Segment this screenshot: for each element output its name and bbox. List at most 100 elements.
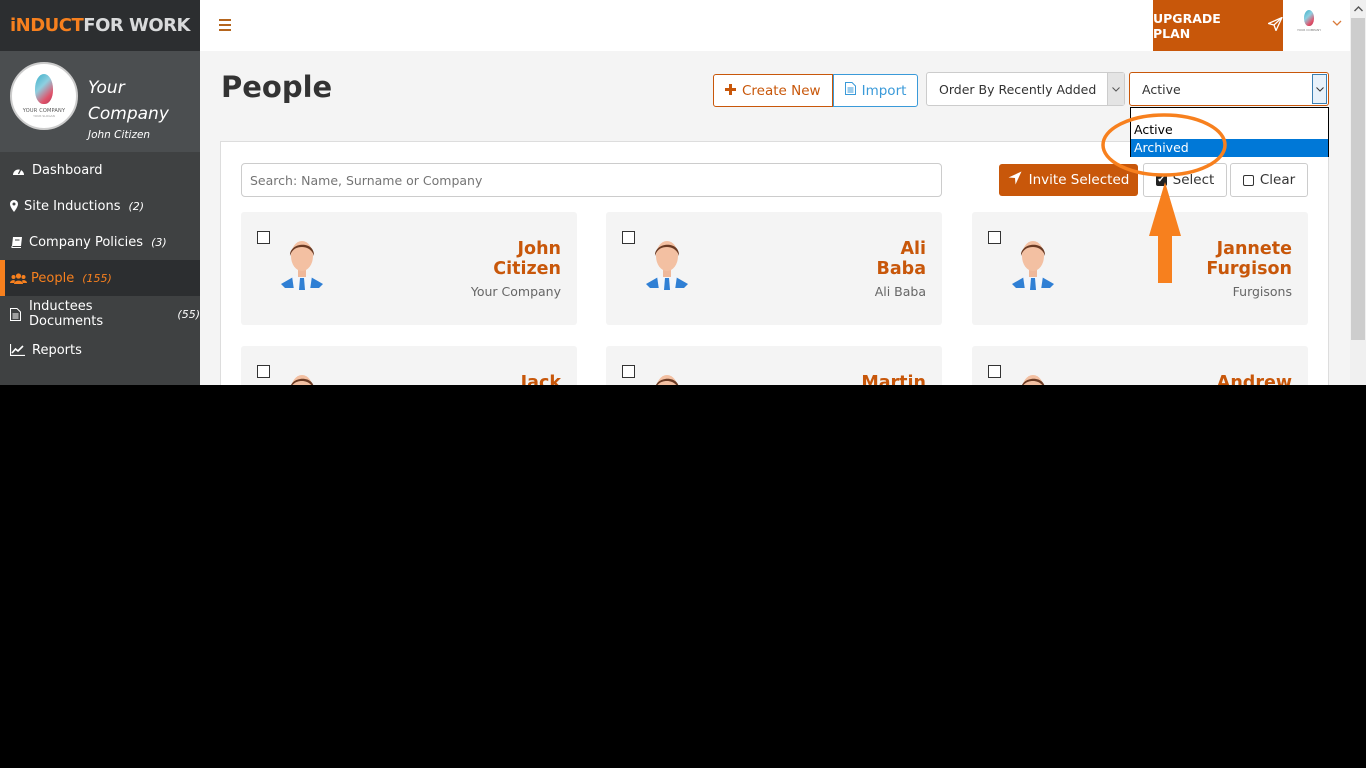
sidebar-item-label: Site Inductions <box>24 198 121 214</box>
sidebar-item-reports[interactable]: Reports <box>0 332 200 368</box>
status-select-value: Active <box>1142 81 1181 97</box>
paper-plane-icon <box>1267 16 1283 34</box>
create-new-label: Create New <box>742 82 821 99</box>
person-last-name: Baba <box>876 259 926 279</box>
person-card[interactable]: John Citizen Your Company <box>241 212 577 325</box>
person-checkbox[interactable] <box>622 231 635 244</box>
select-all-button[interactable]: ✔ Select <box>1143 163 1227 197</box>
status-dropdown-list: Active Archived <box>1130 107 1329 157</box>
clear-selection-button[interactable]: Clear <box>1230 163 1308 197</box>
sidebar-nav: Dashboard Site Inductions (2) Company Po… <box>0 152 200 368</box>
scroll-up-icon[interactable] <box>1350 0 1366 17</box>
person-first-name: Andrew <box>1216 373 1292 385</box>
sidebar-item-count: (155) <box>82 271 112 285</box>
person-first-name: Ali <box>900 239 926 259</box>
status-option-active[interactable]: Active <box>1131 121 1328 139</box>
checkbox-checked-icon: ✔ <box>1155 174 1167 186</box>
logo-mark-icon <box>35 74 53 104</box>
person-first-name: Jannete <box>1216 239 1292 259</box>
person-first-name: Jack <box>520 373 561 385</box>
person-checkbox[interactable] <box>257 231 270 244</box>
import-label: Import <box>861 82 907 99</box>
sidebar-item-label: Dashboard <box>32 162 103 178</box>
person-company: Your Company <box>470 284 561 299</box>
person-card[interactable]: Andrew <box>972 346 1308 385</box>
brand-logo[interactable]: iNDUCT FOR WORK <box>0 0 200 51</box>
chevron-down-icon <box>1312 74 1327 104</box>
person-name[interactable]: John Citizen <box>493 239 561 279</box>
select-label: Select <box>1172 172 1215 188</box>
person-company: Furgisons <box>1232 284 1292 299</box>
account-avatar[interactable]: YOUR COMPANY <box>1295 10 1323 40</box>
sidebar-item-count: (2) <box>128 199 145 213</box>
avatar-logo-text: YOUR COMPANY <box>1296 28 1322 32</box>
person-avatar-icon <box>642 236 692 292</box>
person-avatar-icon <box>642 370 692 385</box>
person-avatar-icon <box>277 370 327 385</box>
clear-label: Clear <box>1259 172 1296 188</box>
scrollbar-thumb[interactable] <box>1351 18 1365 340</box>
line-chart-icon <box>10 344 25 356</box>
sidebar-item-people[interactable]: People (155) <box>0 260 200 296</box>
person-last-name: Furgison <box>1206 259 1292 279</box>
person-first-name: John <box>517 239 561 259</box>
import-button[interactable]: Import <box>832 74 919 107</box>
dashboard-icon <box>10 165 26 176</box>
person-card[interactable]: Jannete Furgison Furgisons <box>972 212 1308 325</box>
status-option-archived[interactable]: Archived <box>1131 139 1328 157</box>
plus-icon <box>725 83 736 99</box>
person-card[interactable]: Ali Baba Ali Baba <box>606 212 942 325</box>
status-select[interactable]: Active <box>1129 72 1329 106</box>
person-avatar-icon <box>1008 236 1058 292</box>
person-checkbox[interactable] <box>988 365 1001 378</box>
profile-company: Your Company <box>88 78 169 124</box>
location-arrow-icon <box>1008 171 1022 189</box>
upgrade-plan-button[interactable]: UPGRADE PLAN <box>1153 0 1283 51</box>
brand-part2: FOR WORK <box>83 15 190 36</box>
person-name[interactable]: Ali Baba <box>877 239 926 279</box>
company-logo: YOUR COMPANY YOUR SLOGAN <box>10 62 78 130</box>
invite-selected-button[interactable]: Invite Selected <box>999 164 1138 196</box>
person-avatar-icon <box>1008 370 1058 385</box>
chevron-down-icon[interactable] <box>1332 18 1342 29</box>
person-company: Ali Baba <box>874 284 926 299</box>
page-title: People <box>221 70 333 104</box>
sidebar-item-inductees-documents[interactable]: Inductees Documents (55) <box>0 296 200 332</box>
search-input[interactable] <box>241 163 942 197</box>
users-icon <box>10 272 27 284</box>
person-name[interactable]: Jack <box>521 373 561 385</box>
map-marker-icon <box>10 200 18 212</box>
sidebar-item-label: People <box>31 270 75 286</box>
person-name[interactable]: Martin <box>861 373 926 385</box>
invite-selected-label: Invite Selected <box>1028 172 1130 188</box>
logo-mark-icon <box>1304 10 1314 26</box>
person-card[interactable]: Martin <box>606 346 942 385</box>
logo-slogan: YOUR SLOGAN <box>33 114 55 118</box>
top-bar: UPGRADE PLAN YOUR COMPANY <box>200 0 1350 51</box>
order-by-select[interactable]: Order By Recently Added <box>926 72 1125 106</box>
create-new-button[interactable]: Create New <box>713 74 833 107</box>
sidebar-item-label: Company Policies <box>29 234 144 250</box>
sidebar: iNDUCT FOR WORK YOUR COMPANY YOUR SLOGAN … <box>0 0 200 385</box>
sidebar-item-label: Inductees Documents <box>29 299 104 329</box>
person-checkbox[interactable] <box>988 231 1001 244</box>
sidebar-item-company-policies[interactable]: Company Policies (3) <box>0 224 200 260</box>
person-card[interactable]: Jack <box>241 346 577 385</box>
sidebar-item-site-inductions[interactable]: Site Inductions (2) <box>0 188 200 224</box>
person-checkbox[interactable] <box>622 365 635 378</box>
page-scrollbar[interactable] <box>1350 0 1366 385</box>
file-text-icon <box>844 82 856 99</box>
person-name[interactable]: Jannete Furgison <box>1206 239 1292 279</box>
menu-toggle-icon[interactable] <box>219 19 231 31</box>
upgrade-plan-label: UPGRADE PLAN <box>1153 10 1221 41</box>
profile-panel: YOUR COMPANY YOUR SLOGAN Your Company Jo… <box>0 51 200 152</box>
profile-user: John Citizen <box>88 129 151 141</box>
person-checkbox[interactable] <box>257 365 270 378</box>
person-name[interactable]: Andrew <box>1217 373 1292 385</box>
chevron-down-icon <box>1107 73 1124 105</box>
sidebar-item-count: (3) <box>151 235 167 249</box>
person-last-name: Citizen <box>493 259 561 279</box>
app-viewport: iNDUCT FOR WORK YOUR COMPANY YOUR SLOGAN … <box>0 0 1366 385</box>
sidebar-item-dashboard[interactable]: Dashboard <box>0 152 200 188</box>
person-first-name: Martin <box>861 373 926 385</box>
